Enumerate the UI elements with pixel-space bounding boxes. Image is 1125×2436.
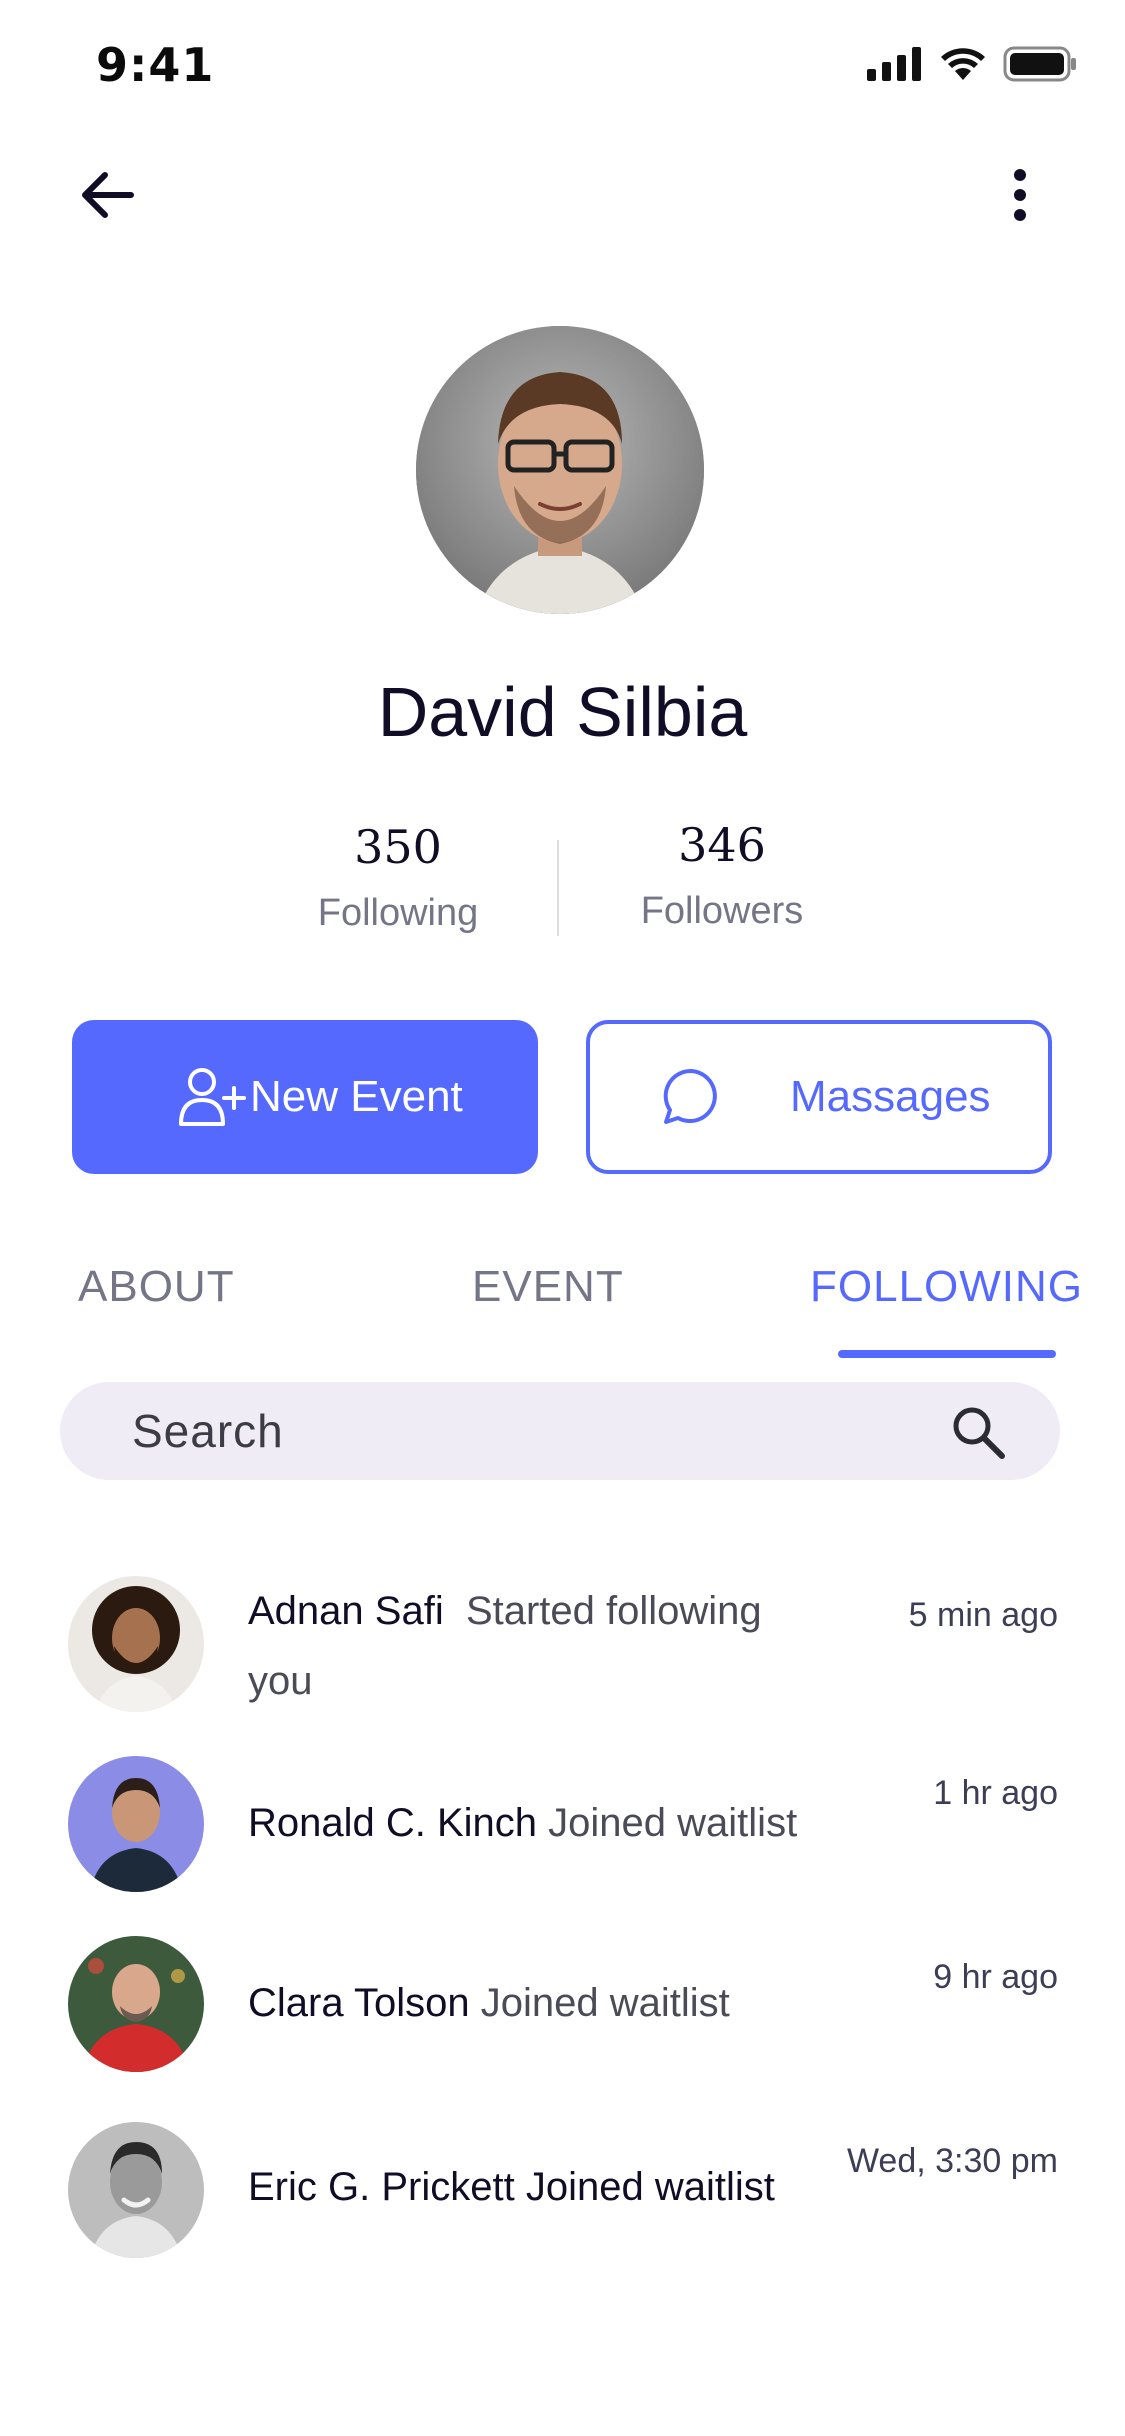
activity-user-name: Ronald C. Kinch (248, 1801, 538, 1845)
messages-button[interactable]: Massages (586, 1020, 1052, 1174)
more-options-button[interactable] (1000, 160, 1040, 230)
following-stat[interactable]: 350 Following (268, 820, 528, 935)
back-button[interactable] (72, 160, 142, 230)
activity-user-name: Adnan Safi (248, 1589, 444, 1633)
cellular-signal-icon (867, 47, 921, 81)
activity-text: Ronald C. Kinch Joined waitlist (248, 1788, 808, 1858)
avatar (68, 1576, 204, 1712)
activity-action: Joined waitlist (480, 1981, 730, 2025)
active-tab-indicator (838, 1350, 1056, 1358)
activity-text: Eric G. Prickett Joined waitlist (248, 2152, 848, 2222)
messages-label: Massages (790, 1072, 991, 1121)
tab-following[interactable]: FOLLOWING (810, 1262, 1083, 1312)
avatar (68, 1936, 204, 2072)
tab-about[interactable]: ABOUT (78, 1262, 235, 1312)
followers-label: Followers (640, 890, 804, 932)
following-label: Following (317, 892, 479, 934)
activity-time: 1 hr ago (933, 1774, 1058, 1812)
battery-icon (1003, 46, 1076, 82)
arrow-left-icon (82, 172, 134, 218)
search-input[interactable] (132, 1404, 912, 1458)
activity-time: 9 hr ago (933, 1958, 1058, 1996)
activity-text: Clara Tolson Joined waitlist (248, 1968, 808, 2038)
wifi-icon (941, 48, 985, 80)
activity-user-name: Eric G. Prickett (248, 2165, 515, 2209)
search-bar (60, 1382, 1060, 1480)
new-event-button[interactable]: New Event (72, 1020, 538, 1174)
add-user-icon (179, 1068, 246, 1126)
activity-time: 5 min ago (908, 1596, 1058, 1634)
followers-count: 346 (678, 818, 766, 872)
activity-action: Joined waitlist (548, 1801, 798, 1845)
more-vertical-icon (1014, 169, 1026, 221)
avatar (68, 1756, 204, 1892)
following-count: 350 (354, 820, 442, 874)
tab-event[interactable]: EVENT (472, 1262, 624, 1312)
profile-avatar (416, 326, 704, 614)
new-event-label: New Event (250, 1072, 463, 1121)
followers-stat[interactable]: 346 Followers (592, 818, 852, 933)
activity-time: Wed, 3:30 pm (846, 2142, 1058, 2180)
activity-user-name: Clara Tolson (248, 1981, 470, 2025)
status-time: 9:41 (96, 38, 215, 92)
profile-photo (416, 326, 704, 614)
activity-action: Joined waitlist (525, 2165, 775, 2209)
chat-bubble-icon (663, 1069, 717, 1124)
search-icon[interactable] (950, 1404, 1006, 1464)
activity-text: Adnan Safi Started following you (248, 1576, 808, 1716)
profile-name: David Silbia (377, 673, 748, 751)
avatar (68, 2122, 204, 2258)
stats-divider (557, 840, 559, 936)
status-bar: 9:41 (0, 0, 1125, 135)
status-icons (867, 46, 1077, 82)
